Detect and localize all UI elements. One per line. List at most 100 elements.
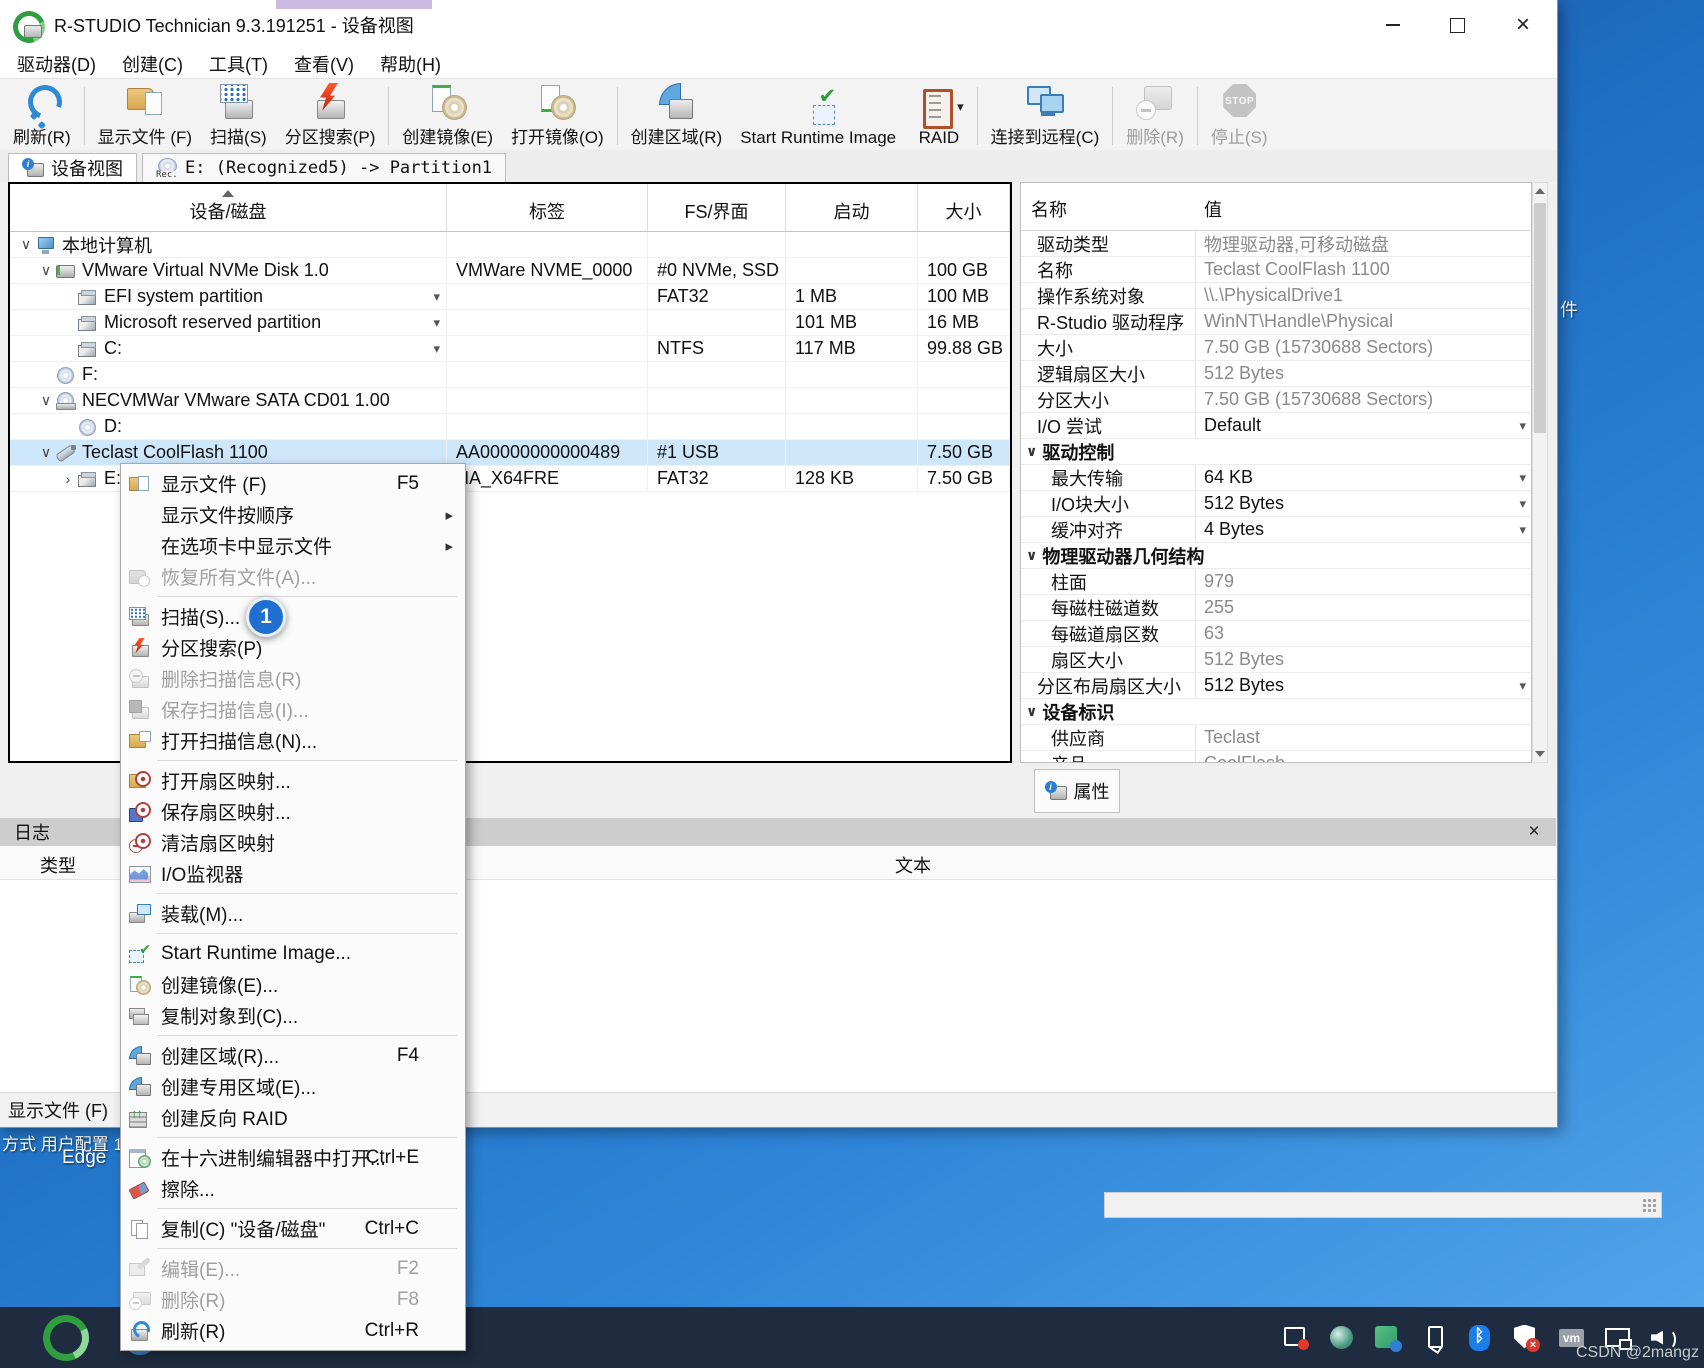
property-group[interactable]: ∨设备标识 — [1021, 699, 1531, 725]
property-dropdown-icon[interactable]: ▾ — [1519, 678, 1526, 694]
property-row[interactable]: 缓冲对齐4 Bytes▾ — [1021, 517, 1531, 543]
context-menu-item[interactable]: I/O监视器 — [121, 858, 465, 889]
browser-icon[interactable] — [1328, 1324, 1356, 1352]
property-value[interactable]: 512 Bytes — [1196, 493, 1284, 514]
menubar-item[interactable]: 帮助(H) — [367, 50, 454, 78]
app-green-icon[interactable] — [1374, 1324, 1402, 1352]
toolbar-button-connect-remote[interactable]: 连接到远程(C) — [982, 82, 1109, 150]
context-menu-item[interactable]: 擦除... — [121, 1173, 465, 1204]
toolbar-button-scan[interactable]: 扫描(S) — [201, 82, 276, 150]
property-value[interactable]: Default — [1196, 415, 1261, 436]
expand-open-icon[interactable]: ∨ — [36, 392, 56, 409]
log-column-type[interactable]: 类型 — [40, 852, 76, 878]
collapse-icon[interactable]: ∨ — [1026, 547, 1037, 564]
context-menu-item[interactable]: 分区搜索(P) — [121, 632, 465, 663]
table-row-device[interactable]: F: — [10, 362, 1010, 388]
expand-open-icon[interactable]: ∨ — [36, 262, 56, 279]
context-menu-item[interactable]: 创建镜像(E)... — [121, 969, 465, 1000]
menubar-item[interactable]: 查看(V) — [281, 50, 367, 78]
tab-recognized-partition[interactable]: Rec.E: (Recognized5) -> Partition1 — [142, 153, 506, 182]
context-menu-item[interactable]: 在选项卡中显示文件▸ — [121, 530, 465, 561]
property-value[interactable]: 64 KB — [1196, 467, 1253, 488]
sync-icon[interactable] — [1282, 1324, 1310, 1352]
context-menu-item[interactable]: 创建反向 RAID — [121, 1102, 465, 1133]
property-value[interactable]: 512 Bytes — [1196, 675, 1284, 696]
context-menu-item[interactable]: 装载(M)... — [121, 898, 465, 929]
context-menu-item[interactable]: 创建专用区域(E)... — [121, 1071, 465, 1102]
usb-icon[interactable] — [1420, 1324, 1448, 1352]
toolbar-button-create-image[interactable]: 创建镜像(E) — [393, 82, 502, 150]
scrollbar-thumb[interactable] — [1534, 203, 1546, 433]
column-header-4[interactable]: 大小 — [918, 184, 1010, 231]
row-dropdown-icon[interactable]: ▾ — [433, 289, 440, 305]
properties-scrollbar[interactable] — [1532, 182, 1548, 763]
table-row-device[interactable]: C:▾NTFS117 MB99.88 GB — [10, 336, 1010, 362]
close-button[interactable]: × — [1506, 10, 1540, 40]
properties-column-name[interactable]: 名称 — [1021, 196, 1196, 222]
toolbar-dropdown-arrow-icon[interactable]: ▾ — [957, 99, 964, 115]
toolbar-button-raid[interactable]: ▾RAID — [905, 82, 973, 150]
context-menu-item[interactable]: 创建区域(R)...F4 — [121, 1040, 465, 1071]
taskbar-rstudio-button[interactable] — [34, 1307, 98, 1368]
context-menu-item[interactable]: 清洁扇区映射 — [121, 827, 465, 858]
expand-open-icon[interactable]: ∨ — [36, 444, 56, 461]
row-dropdown-icon[interactable]: ▾ — [433, 315, 440, 331]
bluetooth-icon[interactable] — [1466, 1324, 1494, 1352]
collapse-icon[interactable]: ∨ — [1026, 443, 1037, 460]
toolbar-button-show-files[interactable]: 显示文件 (F) — [89, 82, 201, 150]
property-dropdown-icon[interactable]: ▾ — [1519, 496, 1526, 512]
context-menu-item[interactable]: 显示文件 (F)F5 — [121, 468, 465, 499]
table-row-device[interactable]: EFI system partition▾FAT321 MB100 MB — [10, 284, 1010, 310]
property-dropdown-icon[interactable]: ▾ — [1519, 470, 1526, 486]
expand-closed-icon[interactable]: › — [58, 471, 78, 487]
defender-icon[interactable] — [1512, 1324, 1540, 1352]
context-menu-item[interactable]: 显示文件按顺序▸ — [121, 499, 465, 530]
desktop-icon-label-edge[interactable]: Edge — [62, 1147, 106, 1169]
column-header-2[interactable]: FS/界面 — [648, 184, 786, 231]
property-value[interactable]: 4 Bytes — [1196, 519, 1264, 540]
tab-device-view[interactable]: 设备视图 — [8, 153, 137, 182]
scroll-down-icon[interactable] — [1533, 746, 1547, 762]
property-row[interactable]: 分区布局扇区大小512 Bytes▾ — [1021, 673, 1531, 699]
column-header-0[interactable]: 设备/磁盘 — [10, 184, 447, 231]
context-menu-item[interactable]: 复制(C) "设备/磁盘"Ctrl+C — [121, 1213, 465, 1244]
properties-column-value[interactable]: 值 — [1196, 196, 1222, 222]
property-group[interactable]: ∨驱动控制 — [1021, 439, 1531, 465]
table-row-device[interactable]: ∨VMware Virtual NVMe Disk 1.0VMWare NVME… — [10, 258, 1010, 284]
column-header-3[interactable]: 启动 — [786, 184, 918, 231]
property-dropdown-icon[interactable]: ▾ — [1519, 418, 1526, 434]
context-menu-item[interactable]: 复制对象到(C)... — [121, 1000, 465, 1031]
table-row-device[interactable]: D: — [10, 414, 1010, 440]
expand-open-icon[interactable]: ∨ — [16, 236, 36, 253]
column-header-1[interactable]: 标签 — [447, 184, 648, 231]
context-menu-item[interactable]: Start Runtime Image... — [121, 938, 465, 969]
property-row[interactable]: 最大传输64 KB▾ — [1021, 465, 1531, 491]
context-menu-item[interactable]: 打开扇区映射... — [121, 765, 465, 796]
menubar-item[interactable]: 创建(C) — [109, 50, 196, 78]
property-row[interactable]: I/O 尝试Default▾ — [1021, 413, 1531, 439]
table-row-device[interactable]: ∨本地计算机 — [10, 232, 1010, 258]
property-group[interactable]: ∨物理驱动器几何结构 — [1021, 543, 1531, 569]
log-column-text[interactable]: 文本 — [895, 852, 931, 878]
table-row-device[interactable]: ∨NECVMWar VMware SATA CD01 1.00 — [10, 388, 1010, 414]
context-menu-item[interactable]: 扫描(S)... — [121, 601, 465, 632]
toolbar-button-create-region[interactable]: 创建区域(R) — [622, 82, 732, 150]
table-row-device[interactable]: Microsoft reserved partition▾101 MB16 MB — [10, 310, 1010, 336]
minimize-button[interactable] — [1376, 10, 1410, 40]
property-dropdown-icon[interactable]: ▾ — [1519, 522, 1526, 538]
row-dropdown-icon[interactable]: ▾ — [433, 341, 440, 357]
context-menu-item[interactable]: 刷新(R)Ctrl+R — [121, 1315, 465, 1346]
toolbar-button-refresh[interactable]: 刷新(R) — [4, 82, 80, 150]
menubar-item[interactable]: 驱动器(D) — [4, 50, 109, 78]
context-menu-item[interactable]: 在十六进制编辑器中打开...Ctrl+E — [121, 1142, 465, 1173]
toolbar-button-open-image[interactable]: 打开镜像(O) — [502, 82, 613, 150]
context-menu-item[interactable]: 保存扇区映射... — [121, 796, 465, 827]
properties-tab[interactable]: 属性 — [1034, 769, 1120, 813]
collapse-icon[interactable]: ∨ — [1026, 703, 1037, 720]
toolbar-button-partition-search[interactable]: 分区搜索(P) — [276, 82, 385, 150]
scroll-up-icon[interactable] — [1533, 183, 1547, 199]
log-close-icon[interactable]: × — [1522, 818, 1546, 846]
toolbar-button-runtime-image[interactable]: Start Runtime Image — [731, 82, 905, 150]
context-menu-item[interactable]: 打开扫描信息(N)... — [121, 725, 465, 756]
maximize-button[interactable] — [1440, 10, 1474, 40]
